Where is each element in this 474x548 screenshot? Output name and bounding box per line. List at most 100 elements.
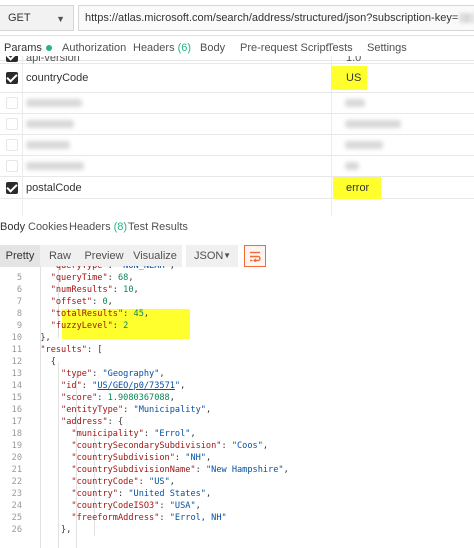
code-line: 21 "countrySubdivisionName": "New Hampsh…	[0, 464, 474, 476]
tab-params[interactable]: Params	[4, 42, 52, 54]
tab-authorization[interactable]: Authorization	[62, 42, 126, 54]
line-number: 13	[11, 369, 22, 379]
params-row	[0, 156, 474, 177]
line-number: 8	[16, 309, 22, 319]
line-number: 21	[11, 465, 22, 475]
params-row: countryCode US	[0, 64, 474, 93]
code-line: 23 "country": "United States",	[0, 488, 474, 500]
tab-response-body-label: Body	[0, 221, 26, 233]
pretty-button[interactable]: Pretty	[0, 245, 40, 267]
code-line: 26 },	[0, 524, 474, 536]
tab-test-results-label: Test Results	[128, 221, 188, 233]
code-line: 5 "queryTime": 68,	[0, 272, 474, 284]
code-text: "country": "United States",	[71, 489, 212, 499]
code-text: },	[40, 333, 51, 343]
chevron-down-icon: ▼	[56, 14, 65, 24]
raw-button[interactable]: Raw	[40, 245, 80, 267]
param-checkbox[interactable]	[6, 139, 18, 151]
tab-response-headers[interactable]: Headers (8)	[69, 221, 127, 233]
tab-response-headers-label: Headers	[69, 221, 111, 233]
code-text: "offset": 0,	[50, 297, 113, 307]
tab-response-cookies[interactable]: Cookies	[28, 221, 68, 233]
params-active-dot	[45, 45, 52, 52]
param-key[interactable]: postalCode	[26, 182, 82, 194]
code-line: 13 "type": "Geography",	[0, 368, 474, 380]
param-checkbox[interactable]	[6, 118, 18, 130]
tab-headers[interactable]: Headers (6)	[133, 42, 191, 54]
code-line: 8 "totalResults": 45,	[0, 308, 474, 320]
redacted-param-key	[26, 141, 70, 149]
line-number: 16	[11, 405, 22, 415]
tab-tests[interactable]: Tests	[327, 42, 353, 54]
tab-headers-label: Headers	[133, 42, 175, 54]
line-number: 15	[11, 393, 22, 403]
param-key[interactable]: countryCode	[26, 72, 88, 84]
tab-pre-request-script-label: Pre-request Script	[240, 42, 329, 54]
params-row-empty[interactable]	[0, 199, 474, 216]
tab-response-body[interactable]: Body	[0, 221, 25, 233]
code-text: "numResults": 10,	[50, 285, 139, 295]
param-checkbox[interactable]	[6, 182, 18, 194]
params-row	[0, 135, 474, 156]
preview-button-label: Preview	[84, 250, 124, 262]
preview-button[interactable]: Preview	[80, 245, 128, 267]
params-row	[0, 114, 474, 135]
code-line: 19 "countrySecondarySubdivision": "Coos"…	[0, 440, 474, 452]
line-number: 10	[11, 333, 22, 343]
line-number: 12	[11, 357, 22, 367]
tab-test-results[interactable]: Test Results	[128, 221, 188, 233]
line-number: 9	[16, 321, 22, 331]
request-url-input[interactable]: https://atlas.microsoft.com/search/addre…	[78, 5, 474, 31]
code-line: 11 "results": [	[0, 344, 474, 356]
code-text: "freeformAddress": "Errol, NH"	[71, 513, 227, 523]
line-number: 19	[11, 441, 22, 451]
code-text: "queryTime": 68,	[50, 273, 134, 283]
param-checkbox[interactable]	[6, 160, 18, 172]
line-number: 22	[11, 477, 22, 487]
params-row-partial: api-version 1.0	[0, 56, 474, 64]
code-text: "entityType": "Municipality",	[61, 405, 212, 415]
tab-authorization-label: Authorization	[62, 42, 127, 54]
code-text: "id": "US/GEO/p0/73571",	[61, 381, 186, 391]
redacted-param-key	[26, 99, 82, 107]
code-text: "municipality": "Errol",	[71, 429, 196, 439]
tab-params-label: Params	[4, 42, 42, 54]
visualize-button[interactable]: Visualize	[128, 245, 182, 267]
line-number: 7	[16, 297, 22, 307]
code-text: "totalResults": 45,	[50, 309, 150, 319]
format-select-label: JSON	[194, 250, 224, 262]
param-checkbox[interactable]	[6, 72, 18, 84]
tab-settings[interactable]: Settings	[367, 42, 407, 54]
tab-response-cookies-label: Cookies	[28, 221, 68, 233]
param-checkbox[interactable]	[6, 97, 18, 109]
visualize-button-label: Visualize	[133, 250, 177, 262]
wrap-lines-icon	[250, 251, 261, 262]
code-line: 25 "freeformAddress": "Errol, NH"	[0, 512, 474, 524]
param-value[interactable]: US	[346, 72, 361, 84]
tab-pre-request-script[interactable]: Pre-request Script	[240, 42, 329, 54]
tab-body[interactable]: Body	[200, 42, 225, 54]
line-number: 25	[11, 513, 22, 523]
code-text: "type": "Geography",	[61, 369, 165, 379]
response-body-code[interactable]: "queryType": "NON_NEAR", 5 "queryTime": 6…	[0, 266, 474, 548]
redacted-subscription-key	[460, 13, 474, 23]
format-select[interactable]: JSON ▼	[186, 245, 238, 267]
params-table: api-version 1.0 countryCode US postalCod…	[0, 56, 474, 216]
request-url-text: https://atlas.microsoft.com/search/addre…	[85, 12, 459, 24]
code-line: 24 "countryCodeISO3": "USA",	[0, 500, 474, 512]
code-line: 10 },	[0, 332, 474, 344]
line-number: 14	[11, 381, 22, 391]
code-text: {	[50, 357, 56, 367]
line-number: 26	[11, 525, 22, 535]
redacted-param-value	[345, 120, 401, 128]
param-checkbox[interactable]	[6, 56, 18, 62]
http-method-select[interactable]: GET ▼	[0, 5, 74, 31]
code-text: "countrySecondarySubdivision": "Coos",	[71, 441, 269, 451]
tab-headers-count: (6)	[177, 42, 192, 54]
code-line: 16 "entityType": "Municipality",	[0, 404, 474, 416]
code-text: "score": 1.9080367088,	[61, 393, 175, 403]
param-value[interactable]: error	[346, 182, 369, 194]
wrap-lines-button[interactable]	[244, 245, 266, 267]
line-number: 20	[11, 453, 22, 463]
tab-tests-label: Tests	[327, 42, 353, 54]
